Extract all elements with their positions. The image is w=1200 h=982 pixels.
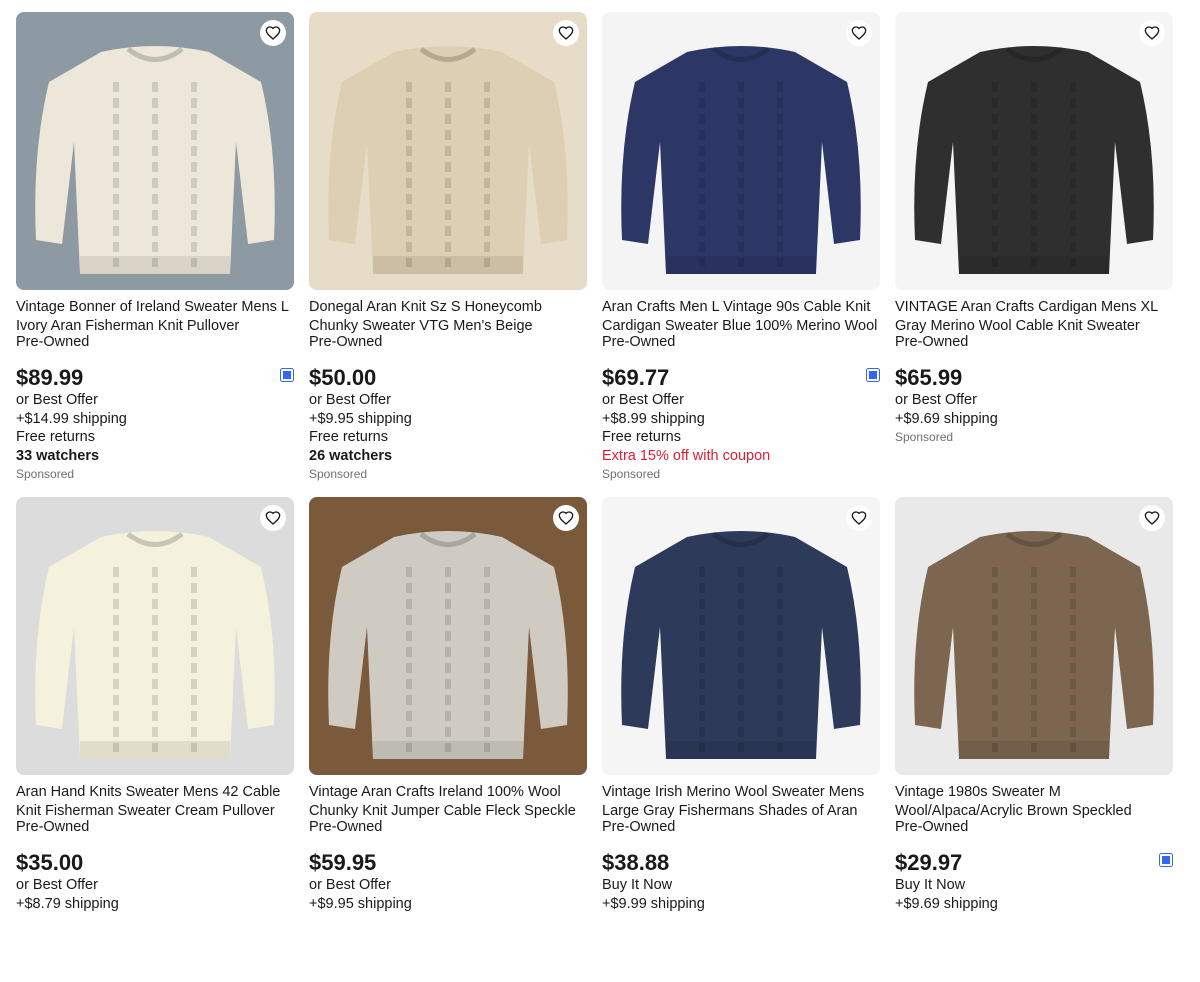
sponsored-label: Sponsored xyxy=(602,467,661,481)
listing-card[interactable]: Vintage 1980s Sweater M Wool/Alpaca/Acry… xyxy=(895,497,1173,982)
listing-card[interactable]: VINTAGE Aran Crafts Cardigan Mens XL Gra… xyxy=(895,12,1173,497)
condition-label: Pre-Owned xyxy=(309,334,383,350)
listing-title[interactable]: Donegal Aran Knit Sz S Honeycomb Chunky … xyxy=(309,298,587,336)
listing-grid: Vintage Bonner of Ireland Sweater Mens L… xyxy=(16,12,1176,982)
sweater-photo xyxy=(309,12,587,290)
listing-title[interactable]: VINTAGE Aran Crafts Cardigan Mens XL Gra… xyxy=(895,298,1173,336)
listing-title[interactable]: Vintage Bonner of Ireland Sweater Mens L… xyxy=(16,298,294,336)
purchase-option: or Best Offer xyxy=(895,392,977,408)
condition-label: Pre-Owned xyxy=(895,819,969,835)
listing-image[interactable] xyxy=(895,497,1173,775)
sweater-photo xyxy=(16,12,294,290)
shipping-cost: +$14.99 shipping xyxy=(16,410,127,427)
sponsored-label: Sponsored xyxy=(309,467,368,481)
listing-title[interactable]: Aran Hand Knits Sweater Mens 42 Cable Kn… xyxy=(16,783,294,821)
shipping-cost: +$9.69 shipping xyxy=(895,895,998,912)
listing-price: $59.95 xyxy=(309,850,377,875)
watchers-count: 33 watchers xyxy=(16,447,100,464)
listing-card[interactable]: Aran Crafts Men L Vintage 90s Cable Knit… xyxy=(602,12,880,497)
shipping-cost: +$9.99 shipping xyxy=(602,895,705,912)
watch-heart-icon[interactable] xyxy=(846,20,872,46)
sweater-photo xyxy=(895,12,1173,290)
info-badge-icon[interactable] xyxy=(866,368,880,382)
purchase-option: or Best Offer xyxy=(16,877,98,893)
purchase-option: or Best Offer xyxy=(309,392,391,408)
shipping-cost: +$9.95 shipping xyxy=(309,410,412,427)
listing-title[interactable]: Aran Crafts Men L Vintage 90s Cable Knit… xyxy=(602,298,880,336)
shipping-cost: +$9.69 shipping xyxy=(895,410,998,427)
condition-label: Pre-Owned xyxy=(16,819,90,835)
listing-card[interactable]: Donegal Aran Knit Sz S Honeycomb Chunky … xyxy=(309,12,587,497)
listing-image[interactable] xyxy=(895,12,1173,290)
listing-image[interactable] xyxy=(602,497,880,775)
watch-heart-icon[interactable] xyxy=(846,505,872,531)
listing-title[interactable]: Vintage 1980s Sweater M Wool/Alpaca/Acry… xyxy=(895,783,1173,821)
purchase-option: or Best Offer xyxy=(309,877,391,893)
listing-card[interactable]: Vintage Aran Crafts Ireland 100% Wool Ch… xyxy=(309,497,587,982)
watchers-count: 26 watchers xyxy=(309,447,393,464)
listing-image[interactable] xyxy=(16,12,294,290)
free-returns: Free returns xyxy=(16,429,95,445)
listing-price: $29.97 xyxy=(895,850,963,875)
condition-label: Pre-Owned xyxy=(602,334,676,350)
watch-heart-icon[interactable] xyxy=(553,20,579,46)
listing-price: $38.88 xyxy=(602,850,670,875)
listing-price: $65.99 xyxy=(895,365,963,390)
listing-image[interactable] xyxy=(16,497,294,775)
listing-image[interactable] xyxy=(309,12,587,290)
sweater-photo xyxy=(602,497,880,775)
sweater-photo xyxy=(602,12,880,290)
watch-heart-icon[interactable] xyxy=(553,505,579,531)
sweater-photo xyxy=(309,497,587,775)
listing-price: $69.77 xyxy=(602,365,670,390)
listing-price: $89.99 xyxy=(16,365,84,390)
info-badge-icon[interactable] xyxy=(280,368,294,382)
purchase-option: Buy It Now xyxy=(602,877,673,893)
sweater-photo xyxy=(895,497,1173,775)
listing-card[interactable]: Vintage Bonner of Ireland Sweater Mens L… xyxy=(16,12,294,497)
listing-image[interactable] xyxy=(309,497,587,775)
sponsored-label: Sponsored xyxy=(16,467,75,481)
listing-image[interactable] xyxy=(602,12,880,290)
info-badge-icon[interactable] xyxy=(1159,853,1173,867)
watch-heart-icon[interactable] xyxy=(260,20,286,46)
coupon-text[interactable]: Extra 15% off with coupon xyxy=(602,447,880,466)
listing-card[interactable]: Aran Hand Knits Sweater Mens 42 Cable Kn… xyxy=(16,497,294,982)
free-returns: Free returns xyxy=(309,429,388,445)
shipping-cost: +$8.79 shipping xyxy=(16,895,119,912)
condition-label: Pre-Owned xyxy=(309,819,383,835)
purchase-option: Buy It Now xyxy=(895,877,966,893)
watch-heart-icon[interactable] xyxy=(1139,505,1165,531)
watch-heart-icon[interactable] xyxy=(260,505,286,531)
purchase-option: or Best Offer xyxy=(16,392,98,408)
condition-label: Pre-Owned xyxy=(16,334,90,350)
condition-label: Pre-Owned xyxy=(895,334,969,350)
free-returns: Free returns xyxy=(602,429,681,445)
listing-card[interactable]: Vintage Irish Merino Wool Sweater Mens L… xyxy=(602,497,880,982)
listing-title[interactable]: Vintage Aran Crafts Ireland 100% Wool Ch… xyxy=(309,783,587,821)
shipping-cost: +$8.99 shipping xyxy=(602,410,705,427)
purchase-option: or Best Offer xyxy=(602,392,684,408)
sponsored-label: Sponsored xyxy=(895,430,954,444)
sweater-photo xyxy=(16,497,294,775)
condition-label: Pre-Owned xyxy=(602,819,676,835)
shipping-cost: +$9.95 shipping xyxy=(309,895,412,912)
listing-title[interactable]: Vintage Irish Merino Wool Sweater Mens L… xyxy=(602,783,880,821)
watch-heart-icon[interactable] xyxy=(1139,20,1165,46)
listing-price: $35.00 xyxy=(16,850,84,875)
listing-price: $50.00 xyxy=(309,365,377,390)
